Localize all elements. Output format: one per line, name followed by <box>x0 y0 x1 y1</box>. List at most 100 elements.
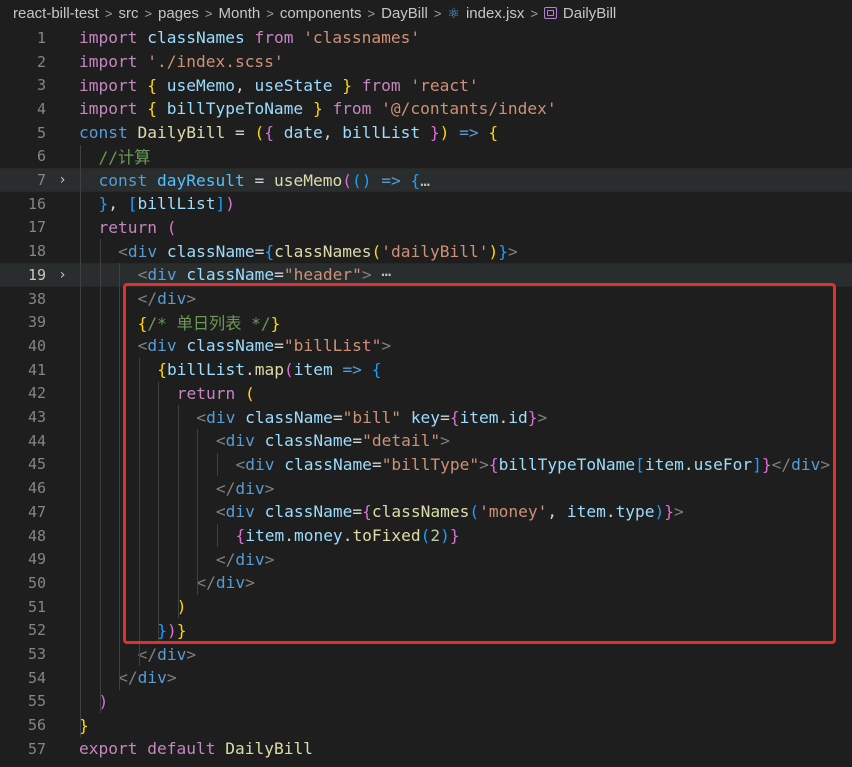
code-token: import <box>79 28 138 48</box>
code-token: className <box>245 407 333 427</box>
code-line[interactable]: 3 import { useMemo, useState } from 'reac… <box>0 73 852 97</box>
code-line[interactable]: 4 import { billTypeToName } from '@/conta… <box>0 97 852 121</box>
code-line[interactable]: 43 <div className="bill" key={item.id}> <box>0 405 852 429</box>
code-token: div <box>235 478 265 498</box>
code-token: ( <box>371 241 382 261</box>
fold-chevron-icon[interactable]: › <box>46 172 79 188</box>
breadcrumb-item[interactable]: Month <box>219 5 261 22</box>
code-token: => <box>459 123 479 143</box>
code-token: div <box>225 502 255 522</box>
breadcrumb: react-bill-test > src > pages > Month > componen… <box>0 0 852 26</box>
breadcrumb-item[interactable]: DayBill <box>381 5 428 22</box>
code-token: } <box>449 526 460 546</box>
code-line[interactable]: 17 return ( <box>0 216 852 240</box>
code-text: </div> <box>216 550 275 569</box>
code-line[interactable]: 18 <div className={classNames('dailyBill'… <box>0 239 852 263</box>
code-text: }, [billList]) <box>99 194 235 213</box>
indent-guide <box>216 523 218 548</box>
code-line[interactable]: 56} <box>0 713 852 737</box>
breadcrumb-item[interactable]: ⚛ index.jsx <box>447 5 524 22</box>
code-line[interactable]: 7 › const dayResult = useMemo(() => {… <box>0 168 852 192</box>
breadcrumb-label: Month <box>218 4 261 22</box>
breadcrumb-item[interactable]: DailyBill <box>543 5 616 22</box>
code-text: <div className={classNames('money', item… <box>216 502 684 521</box>
fold-chevron-icon[interactable]: › <box>46 267 79 283</box>
code-line[interactable]: 52})} <box>0 619 852 643</box>
code-line[interactable]: 6 //计算 <box>0 145 852 169</box>
code-line[interactable]: 38 </div> <box>0 287 852 311</box>
breadcrumb-label: components <box>279 4 362 22</box>
code-token: > <box>537 407 548 427</box>
code-token: 'classnames' <box>303 28 421 48</box>
code-token: ( <box>283 360 294 380</box>
breadcrumb-item[interactable]: components <box>280 5 362 22</box>
code-token: { <box>371 360 382 380</box>
code-line[interactable]: 39 {/* 单日列表 */} <box>0 310 852 334</box>
code-token: import <box>79 75 138 95</box>
breadcrumb-item[interactable]: src <box>118 5 138 22</box>
line-number: 42 <box>27 384 46 403</box>
code-line[interactable]: 1 import classNames from 'classnames' <box>0 26 852 50</box>
line-number: 43 <box>27 408 46 427</box>
code-text: </div> <box>118 668 177 687</box>
code-line[interactable]: 2 import './index.scss' <box>0 50 852 74</box>
code-token: [ <box>635 454 645 474</box>
breadcrumb-item[interactable]: pages <box>158 5 199 22</box>
code-editor[interactable]: 1 import classNames from 'classnames' 2 imp… <box>0 26 852 767</box>
code-line[interactable]: 53 </div> <box>0 642 852 666</box>
code-text: {billList.map(item => { <box>157 360 381 379</box>
code-token: = <box>440 407 450 427</box>
code-line[interactable]: 47 <div className={classNames('money', it… <box>0 500 852 524</box>
code-token: ( <box>351 170 362 190</box>
code-line[interactable]: 50 </div> <box>0 571 852 595</box>
code-line[interactable]: 44 <div className="detail"> <box>0 429 852 453</box>
code-line[interactable]: 49 </div> <box>0 547 852 571</box>
code-line[interactable]: 40 <div className="billList"> <box>0 334 852 358</box>
code-line[interactable]: 48 {item.money.toFixed(2)} <box>0 524 852 548</box>
code-line[interactable]: 45 <div className="billType">{billTypeToN… <box>0 453 852 477</box>
code-token: > <box>479 454 489 474</box>
breadcrumb-label: DayBill <box>381 4 428 22</box>
breadcrumb-separator: > <box>144 5 153 21</box>
code-token: > <box>245 573 255 593</box>
breadcrumb-item[interactable]: react-bill-test <box>13 5 99 22</box>
code-token: ( <box>469 502 480 522</box>
code-line[interactable]: 16}, [billList]) <box>0 192 852 216</box>
code-token: 2 <box>430 526 441 546</box>
code-token: useFor <box>693 454 753 474</box>
code-line[interactable]: 54 </div> <box>0 666 852 690</box>
code-text: </div> <box>138 645 197 664</box>
code-token: { <box>157 360 167 380</box>
code-token: . <box>284 526 294 546</box>
code-line[interactable]: 55) <box>0 690 852 714</box>
code-token: billList <box>166 360 245 380</box>
code-token: } <box>270 314 281 334</box>
breadcrumb-label: pages <box>158 4 199 22</box>
code-line[interactable]: 46 </div> <box>0 476 852 500</box>
code-line[interactable]: 57 export default DailyBill <box>0 737 852 761</box>
line-number: 53 <box>27 645 46 664</box>
code-text: <div className={classNames('dailyBill')}… <box>118 242 518 261</box>
code-line[interactable]: 51) <box>0 595 852 619</box>
breadcrumb-separator: > <box>266 5 274 21</box>
code-line[interactable]: 5 const DailyBill = ({ date, billList }) … <box>0 121 852 145</box>
code-token: => <box>342 360 362 380</box>
code-token: </ <box>118 668 138 688</box>
code-line[interactable]: 19 › <div className="header"> ⋯ <box>0 263 852 287</box>
code-token: } <box>429 123 440 143</box>
line-number: 51 <box>27 597 46 616</box>
code-token: > <box>361 265 372 285</box>
code-line[interactable]: 41 {billList.map(item => { <box>0 358 852 382</box>
code-token: import <box>79 99 138 119</box>
code-token: billList <box>137 194 216 214</box>
code-line[interactable]: 42 return ( <box>0 382 852 406</box>
component-icon <box>543 7 557 19</box>
code-text: import './index.scss' <box>79 52 284 71</box>
code-token: </ <box>771 454 792 474</box>
